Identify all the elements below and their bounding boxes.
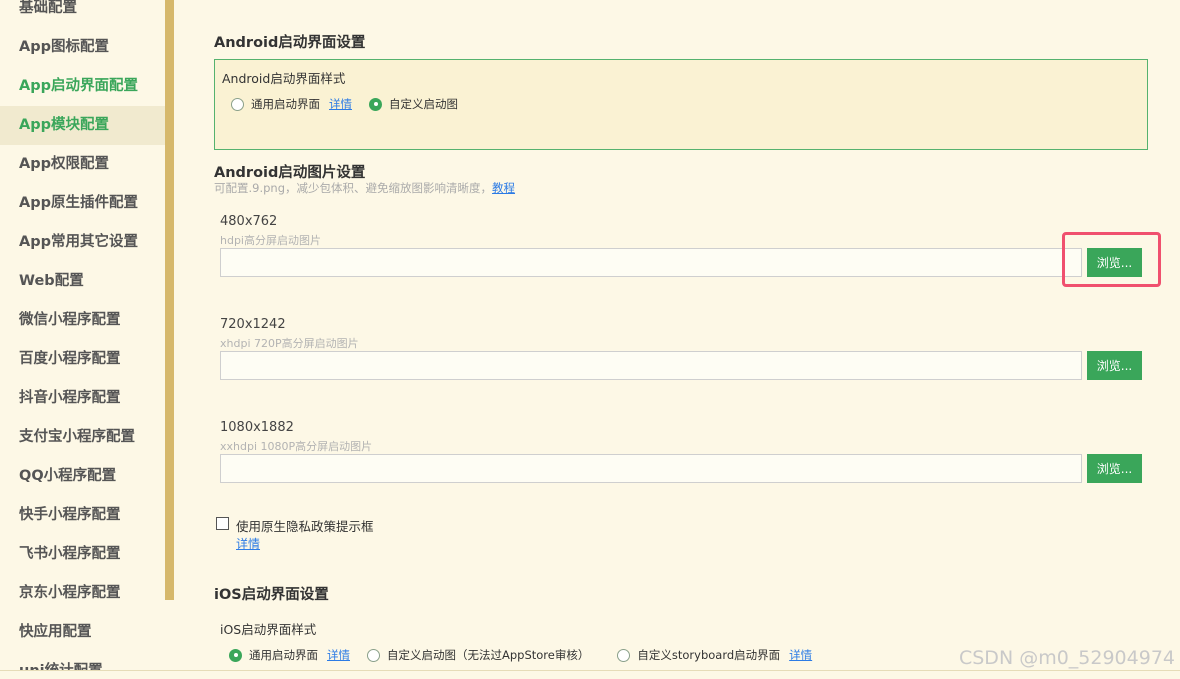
privacy-checkbox-label[interactable]: 使用原生隐私政策提示框 [236, 516, 374, 535]
radio-android-custom[interactable] [369, 97, 382, 111]
radio-android-custom-label[interactable]: 自定义启动图 [389, 96, 458, 112]
size-label-xhdpi: 720x1242 [220, 317, 286, 332]
desc-hdpi: hdpi高分屏启动图片 [220, 234, 321, 247]
privacy-details-link[interactable]: 详情 [236, 535, 260, 552]
sidebar-item-app-icon[interactable]: App图标配置 [0, 28, 165, 67]
browse-button-xxhdpi[interactable]: 浏览... [1087, 454, 1142, 483]
sidebar-item-douyin-mp[interactable]: 抖音小程序配置 [0, 379, 165, 418]
size-label-hdpi: 480x762 [220, 214, 278, 229]
radio-ios-storyboard[interactable] [617, 648, 631, 662]
file-input-xxhdpi[interactable] [220, 454, 1082, 483]
sidebar-item-web[interactable]: Web配置 [0, 262, 165, 301]
file-input-hdpi[interactable] [220, 248, 1082, 277]
csdn-watermark: CSDN @m0_52904974 [958, 647, 1175, 669]
android-images-title: Android启动图片设置 [214, 165, 366, 181]
main-content: Android启动界面设置 Android启动界面样式 通用启动界面 详情 自定… [174, 0, 1180, 679]
sidebar-item-qq-mp[interactable]: QQ小程序配置 [0, 457, 165, 496]
radio-android-default-label[interactable]: 通用启动界面 [251, 96, 320, 112]
sidebar-item-alipay-mp[interactable]: 支付宝小程序配置 [0, 418, 165, 457]
radio-ios-storyboard-label[interactable]: 自定义storyboard启动界面 [637, 647, 780, 663]
ios-splash-radio-group: 通用启动界面 详情 自定义启动图（无法过AppStore审核） 自定义story… [229, 647, 812, 663]
android-splash-radio-group: 通用启动界面 详情 自定义启动图 [231, 96, 467, 112]
radio-ios-default[interactable] [229, 648, 242, 662]
sidebar-item-app-other-settings[interactable]: App常用其它设置 [0, 223, 165, 262]
sidebar-rail-end [165, 600, 174, 679]
browse-button-xhdpi[interactable]: 浏览... [1087, 351, 1142, 380]
android-splash-title: Android启动界面设置 [214, 35, 366, 51]
desc-xxhdpi: xxhdpi 1080P高分屏启动图片 [220, 440, 373, 453]
privacy-checkbox[interactable] [216, 517, 229, 530]
ios-splash-style-label: iOS启动界面样式 [220, 622, 317, 637]
sidebar-item-jd-mp[interactable]: 京东小程序配置 [0, 574, 165, 613]
sidebar-item-baidu-mp[interactable]: 百度小程序配置 [0, 340, 165, 379]
tutorial-link[interactable]: 教程 [492, 181, 515, 195]
android-images-hint: 可配置.9.png，减少包体积、避免缩放图影响清晰度，教程 [214, 180, 515, 196]
bottom-border [0, 670, 1180, 679]
file-input-xhdpi[interactable] [220, 351, 1082, 380]
size-label-xxhdpi: 1080x1882 [220, 420, 294, 435]
sidebar-item-quickapp[interactable]: 快应用配置 [0, 613, 165, 652]
highlight-annotation [1062, 232, 1161, 287]
sidebar-item-app-native-plugins[interactable]: App原生插件配置 [0, 184, 165, 223]
radio-ios-default-label[interactable]: 通用启动界面 [249, 647, 318, 663]
radio-ios-custom[interactable] [367, 648, 380, 662]
desc-xhdpi: xhdpi 720P高分屏启动图片 [220, 337, 359, 350]
sidebar-item-feishu-mp[interactable]: 飞书小程序配置 [0, 535, 165, 574]
ios-storyboard-details-link[interactable]: 详情 [789, 647, 812, 663]
android-splash-style-label: Android启动界面样式 [222, 71, 346, 86]
ios-splash-title: iOS启动界面设置 [214, 587, 329, 603]
sidebar-item-wechat-mp[interactable]: 微信小程序配置 [0, 301, 165, 340]
radio-ios-custom-label[interactable]: 自定义启动图（无法过AppStore审核） [387, 647, 589, 663]
sidebar-item-kuaishou-mp[interactable]: 快手小程序配置 [0, 496, 165, 535]
ios-default-details-link[interactable]: 详情 [327, 647, 350, 663]
android-splash-style-box: Android启动界面样式 通用启动界面 详情 自定义启动图 [214, 59, 1148, 150]
sidebar-item-app-modules[interactable]: App模块配置 [0, 106, 165, 145]
radio-android-default[interactable] [231, 97, 244, 111]
sidebar-scrollbar[interactable] [165, 0, 174, 600]
sidebar-item-app-splash[interactable]: App启动界面配置 [0, 67, 165, 106]
sidebar-item-app-permissions[interactable]: App权限配置 [0, 145, 165, 184]
sidebar: 基础配置 App图标配置 App启动界面配置 App模块配置 App权限配置 A… [0, 0, 165, 679]
android-images-hint-text: 可配置.9.png，减少包体积、避免缩放图影响清晰度， [214, 181, 493, 195]
sidebar-item-basic[interactable]: 基础配置 [0, 0, 165, 28]
android-default-details-link[interactable]: 详情 [329, 96, 352, 112]
